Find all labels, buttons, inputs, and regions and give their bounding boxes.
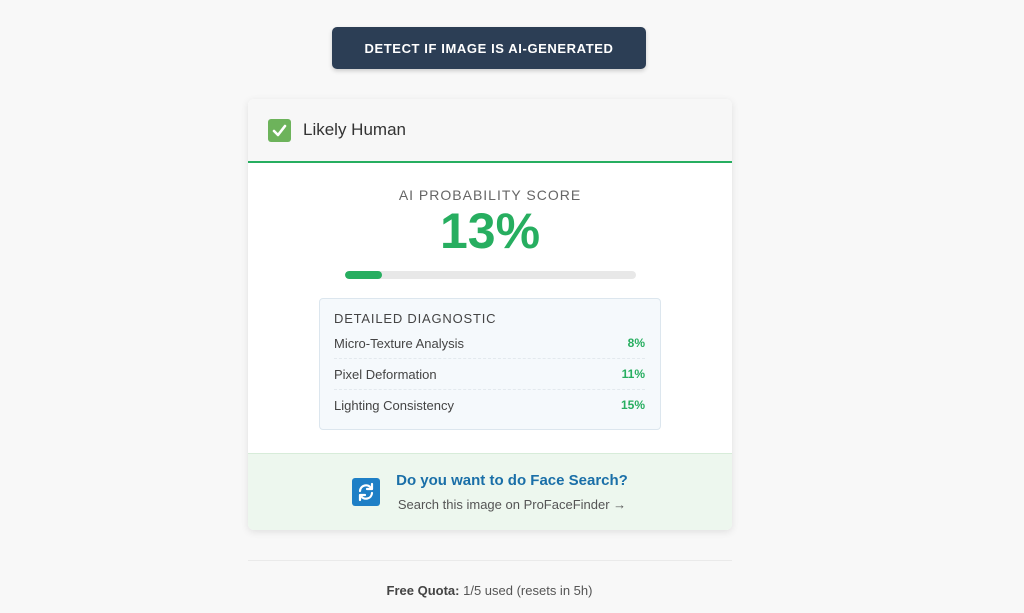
quota-label: Free Quota: — [386, 583, 460, 598]
diagnostic-label: Pixel Deformation — [334, 366, 437, 382]
diagnostic-row: Lighting Consistency 15% — [334, 390, 645, 420]
diagnostic-label: Lighting Consistency — [334, 397, 454, 413]
detect-ai-button[interactable]: DETECT IF IMAGE IS AI-GENERATED — [332, 27, 646, 69]
diagnostic-value: 11% — [621, 367, 645, 381]
refresh-icon — [352, 478, 381, 506]
score-progress-fill — [344, 271, 383, 279]
diagnostic-row: Micro-Texture Analysis 8% — [334, 328, 645, 359]
quota-status: Free Quota: 1/5 used (resets in 5h) — [0, 583, 979, 598]
face-search-link[interactable]: Do you want to do Face Search? Search th… — [248, 453, 732, 530]
quota-value: 1/5 used (resets in 5h) — [463, 583, 593, 598]
result-header: Likely Human — [248, 99, 732, 163]
result-card: Likely Human AI PROBABILITY SCORE 13% DE… — [248, 99, 732, 530]
verdict-label: Likely Human — [303, 120, 406, 139]
diagnostic-value: 15% — [620, 398, 645, 412]
face-search-subtitle[interactable]: Search this image on ProFaceFinder → — [396, 497, 628, 512]
score-progress-bar — [344, 271, 636, 279]
score-label: AI PROBABILITY SCORE — [398, 187, 582, 203]
diagnostic-panel: DETAILED DIAGNOSTIC Micro-Texture Analys… — [319, 298, 661, 430]
check-icon — [268, 118, 291, 142]
score-value: 13% — [439, 203, 541, 259]
diagnostic-value: 8% — [627, 336, 645, 350]
face-search-title[interactable]: Do you want to do Face Search? — [396, 472, 628, 489]
diagnostic-title: DETAILED DIAGNOSTIC — [334, 311, 497, 326]
diagnostic-label: Micro-Texture Analysis — [334, 335, 465, 351]
diagnostic-row: Pixel Deformation 11% — [334, 359, 645, 390]
score-section: AI PROBABILITY SCORE 13% DETAILED DIAGNO… — [248, 187, 732, 430]
footer-divider — [248, 560, 732, 561]
